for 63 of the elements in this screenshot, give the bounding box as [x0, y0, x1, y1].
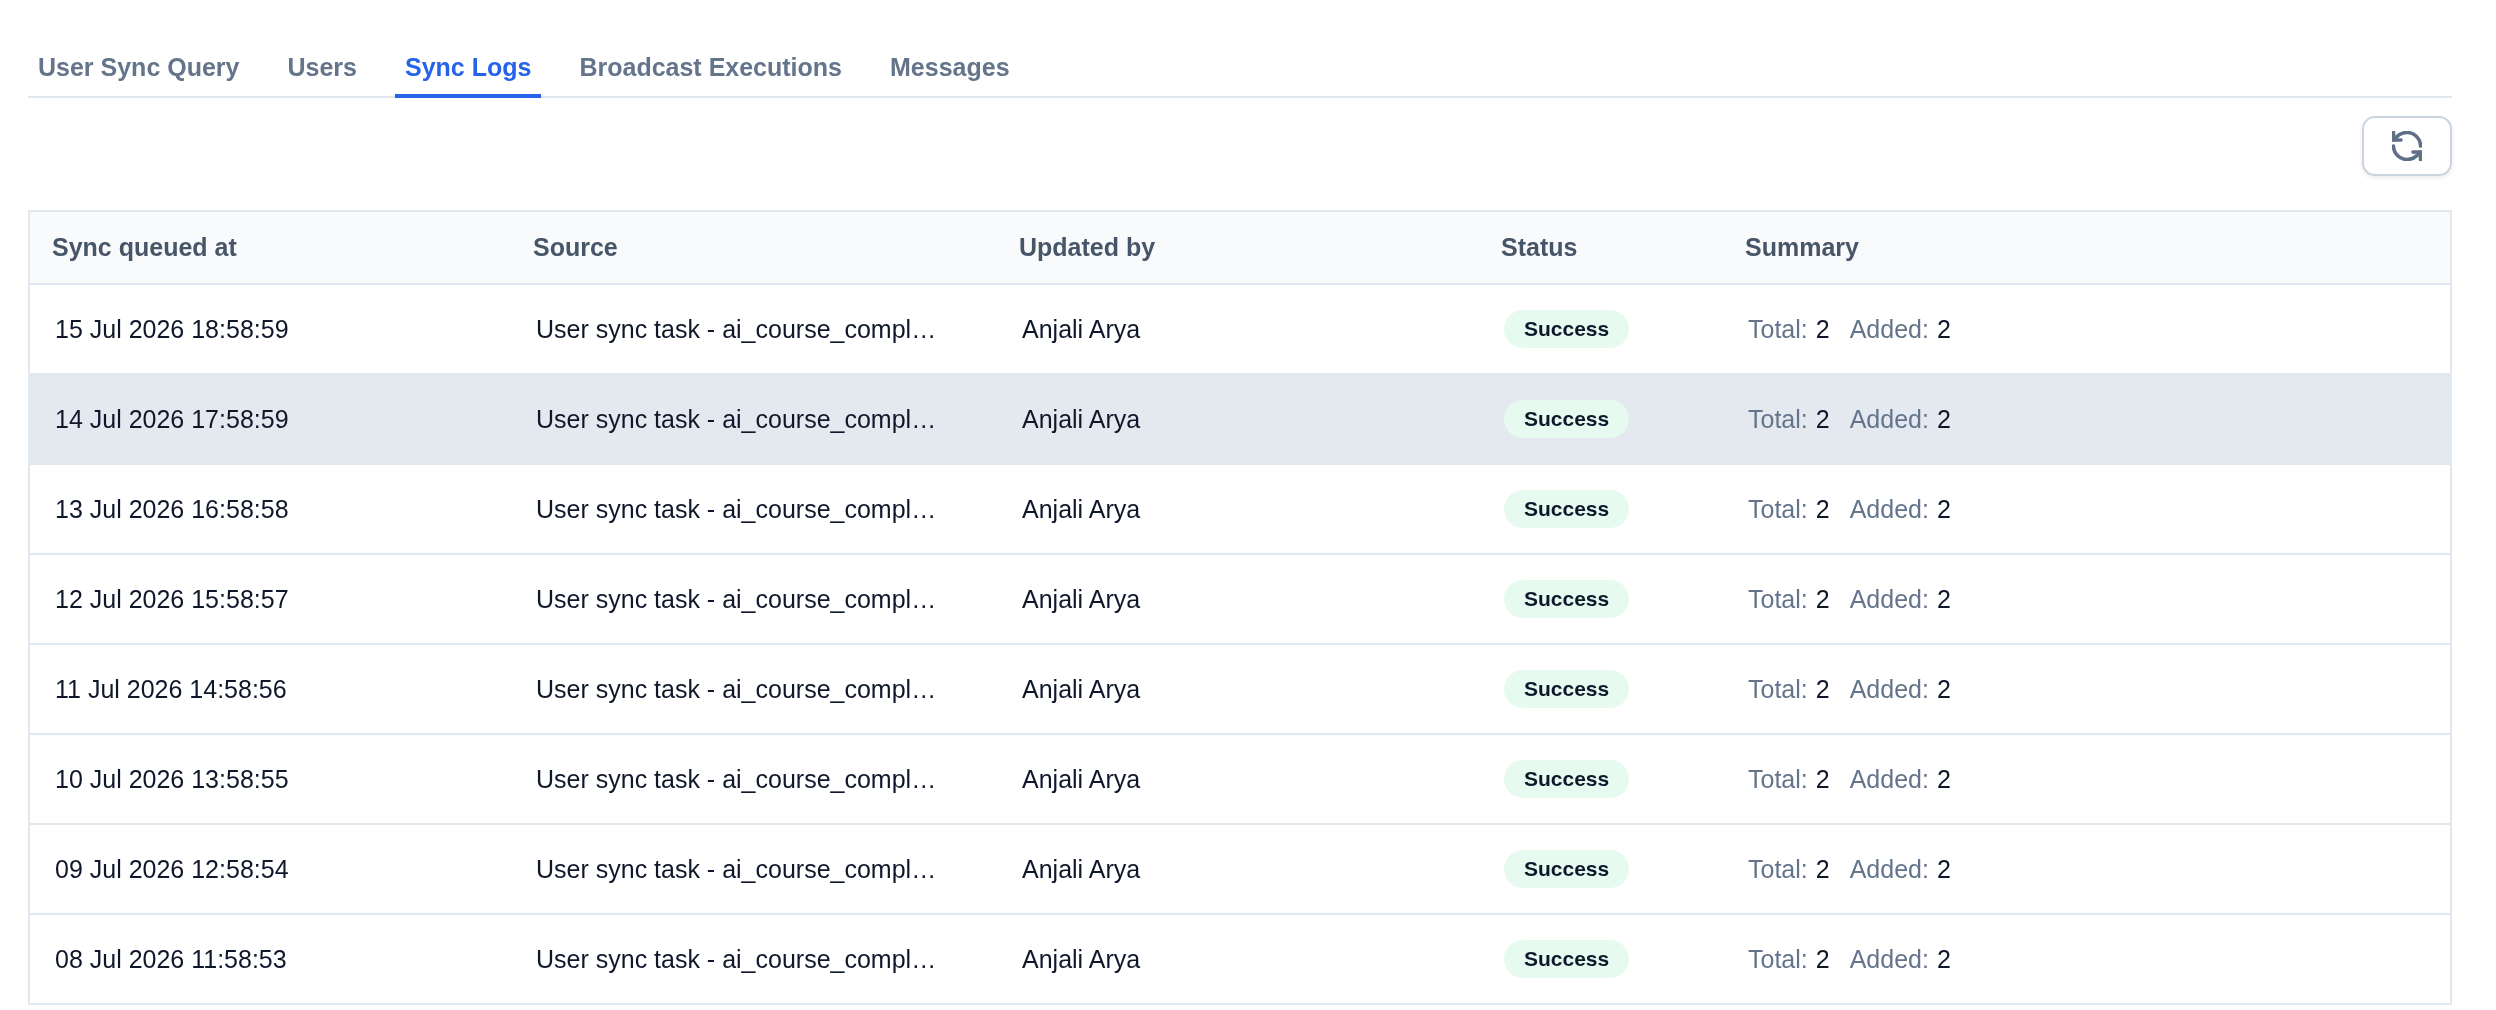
summary-label: Total: [1748, 584, 1808, 613]
summary-label: Total: [1748, 404, 1808, 433]
summary-label: Added: [1849, 404, 1929, 433]
summary-value: 2 [1936, 854, 1951, 883]
summary-label: Added: [1849, 314, 1929, 343]
summary-value: 2 [1936, 944, 1951, 973]
summary-value: 2 [1815, 854, 1830, 883]
column-header: Updated by [997, 211, 1479, 284]
tab[interactable]: Users [277, 38, 367, 98]
table-row[interactable]: 09 Jul 2026 12:58:54 User sync task - ai_course_compl… Anjali Arya Success Total: 2 Added: 2 [29, 824, 2451, 914]
summary-label: Added: [1849, 584, 1929, 613]
tab[interactable]: User Sync Query [28, 38, 250, 98]
summary-label: Total: [1748, 764, 1808, 793]
summary-label: Added: [1849, 674, 1929, 703]
summary-label: Total: [1748, 944, 1808, 973]
table-row[interactable]: 11 Jul 2026 14:58:56 User sync task - ai_course_compl… Anjali Arya Success Total: 2 Added: 2 [29, 644, 2451, 734]
table-cell: User sync task - ai_course_compl… [511, 914, 997, 1004]
summary-value: 2 [1815, 314, 1830, 343]
summary-label: Added: [1849, 854, 1929, 883]
table-cell: Anjali Arya [997, 914, 1479, 1004]
summary-label: Added: [1849, 944, 1929, 973]
status-badge: Success [1504, 760, 1630, 798]
table-row[interactable]: 13 Jul 2026 16:58:58 User sync task - ai_course_compl… Anjali Arya Success Total: 2 Added: 2 [29, 464, 2451, 554]
table-row[interactable]: 08 Jul 2026 11:58:53 User sync task - ai_course_compl… Anjali Arya Success Total: 2 Added: 2 [29, 914, 2451, 1004]
status-badge: Success [1504, 310, 1630, 348]
status-badge: Success [1504, 580, 1630, 618]
refresh-icon [2392, 131, 2422, 161]
status-badge: Success [1504, 850, 1630, 888]
tab[interactable]: Broadcast Executions [569, 38, 852, 98]
tab[interactable]: Messages [880, 38, 1020, 98]
summary-label: Added: [1849, 764, 1929, 793]
summary-value: 2 [1936, 494, 1951, 523]
summary-label: Total: [1748, 494, 1808, 523]
column-header: Sync queued at [29, 211, 511, 284]
table-row[interactable]: 12 Jul 2026 15:58:57 User sync task - ai_course_compl… Anjali Arya Success Total: 2 Added: 2 [29, 554, 2451, 644]
column-header: Summary [1723, 211, 2451, 284]
summary-value: 2 [1815, 404, 1830, 433]
refresh-button[interactable] [2362, 116, 2452, 176]
status-badge: Success [1504, 490, 1630, 528]
summary-value: 2 [1936, 674, 1951, 703]
table-row[interactable]: 15 Jul 2026 18:58:59 User sync task - ai_course_compl… Anjali Arya Success Total: 2 Added: 2 [29, 284, 2451, 374]
summary-value: 2 [1815, 764, 1830, 793]
status-badge: Success [1504, 940, 1630, 978]
summary-value: 2 [1815, 944, 1830, 973]
summary-value: 2 [1815, 494, 1830, 523]
status-badge: Success [1504, 400, 1630, 438]
column-header: Status [1479, 211, 1723, 284]
summary-value: 2 [1815, 674, 1830, 703]
summary-label: Total: [1748, 314, 1808, 343]
table-row[interactable]: 14 Jul 2026 17:58:59 User sync task - ai_course_compl… Anjali Arya Success Total: 2 Added: 2 [29, 374, 2451, 464]
summary-value: 2 [1936, 314, 1951, 343]
summary-value: 2 [1815, 584, 1830, 613]
summary-value: 2 [1936, 404, 1951, 433]
summary-label: Total: [1748, 854, 1808, 883]
summary-label: Total: [1748, 674, 1808, 703]
summary-value: 2 [1936, 584, 1951, 613]
summary-value: 2 [1936, 764, 1951, 793]
table-cell: 08 Jul 2026 11:58:53 [29, 914, 511, 1004]
table-row[interactable]: 10 Jul 2026 13:58:55 User sync task - ai_course_compl… Anjali Arya Success Total: 2 Added: 2 [29, 734, 2451, 824]
status-badge: Success [1504, 670, 1630, 708]
column-header: Source [511, 211, 997, 284]
summary-label: Added: [1849, 494, 1929, 523]
tab[interactable]: Sync Logs [395, 38, 542, 98]
